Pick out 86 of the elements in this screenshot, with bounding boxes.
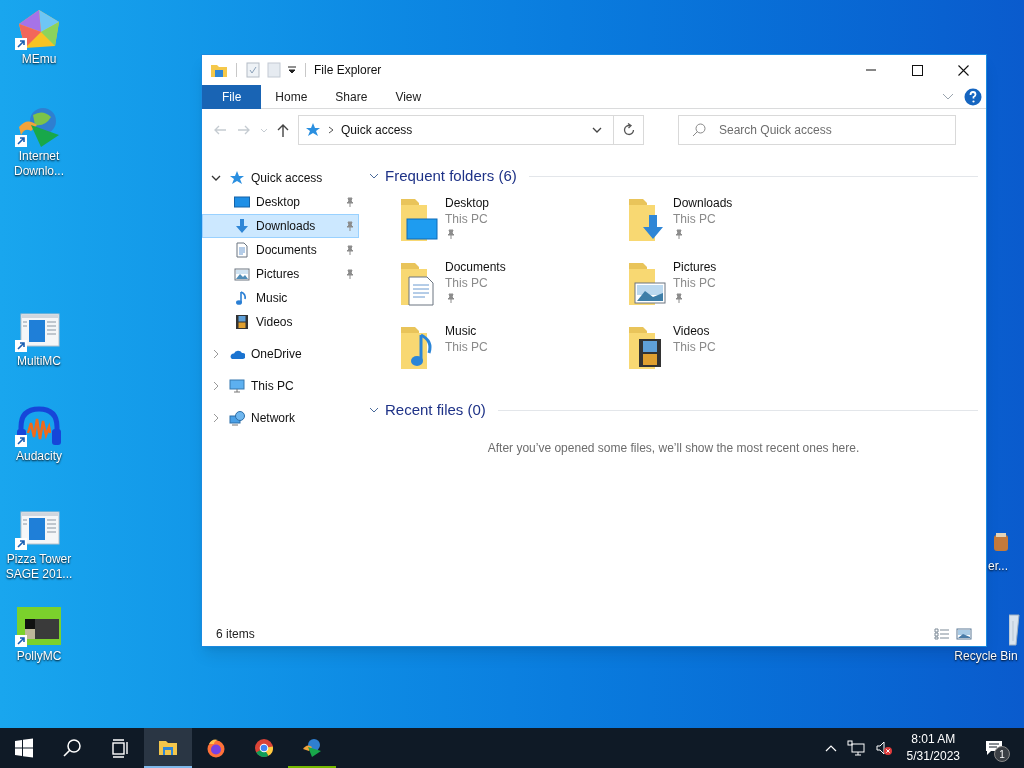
- folder-icon: [158, 738, 178, 758]
- ribbon-tab[interactable]: View: [381, 84, 436, 109]
- task-view-icon: [110, 738, 130, 758]
- app-window-icon[interactable]: [15, 310, 63, 354]
- folder-name: Downloads: [673, 195, 733, 211]
- search-field[interactable]: Search Quick access: [678, 115, 956, 145]
- section-header[interactable]: Recent files (0): [385, 398, 486, 422]
- nav-item[interactable]: Desktop: [202, 190, 359, 214]
- ribbon-tab[interactable]: File: [202, 84, 262, 109]
- nav-item[interactable]: OneDrive: [202, 342, 359, 366]
- up-arrow-icon[interactable]: [276, 122, 290, 138]
- app-window-icon[interactable]: [15, 508, 63, 552]
- desktop-icon: [234, 194, 250, 210]
- refresh-icon: [621, 123, 636, 137]
- folder-location: This PC: [673, 339, 716, 355]
- block-app-icon[interactable]: [15, 605, 63, 649]
- film-icon: [234, 314, 250, 330]
- folder-location: This PC: [445, 211, 489, 227]
- folder-tile[interactable]: Music This PC: [397, 323, 625, 379]
- maximize-icon: [911, 64, 923, 76]
- folder-tile[interactable]: Videos This PC: [625, 323, 853, 379]
- globe-arrow-icon: [302, 738, 322, 758]
- ribbon-tab[interactable]: Home: [261, 84, 322, 109]
- network-icon: [229, 410, 245, 426]
- nav-item[interactable]: Documents: [202, 238, 359, 262]
- show-hidden-icons-icon[interactable]: [824, 744, 837, 752]
- collapse-chevron-icon[interactable]: [369, 406, 379, 414]
- window-title: File Explorer: [314, 62, 382, 79]
- minimize-icon: [866, 69, 876, 71]
- folder-location: This PC: [673, 211, 717, 227]
- star-icon: [305, 122, 321, 138]
- desktop-icon-label[interactable]: Recycle Bin: [954, 649, 1018, 664]
- notifications-button[interactable]: 1: [974, 728, 1014, 768]
- browser-logo-icon: [254, 738, 274, 758]
- headphones-icon[interactable]: [15, 405, 63, 449]
- search-icon: [692, 123, 706, 137]
- folder-name: Documents: [445, 259, 506, 275]
- large-icons-view-icon[interactable]: [956, 628, 972, 640]
- nav-item[interactable]: Music: [202, 286, 359, 310]
- collapse-chevron-icon[interactable]: [211, 173, 221, 183]
- monitor-icon: [229, 378, 245, 394]
- folder-name: Music: [445, 323, 478, 339]
- network-icon[interactable]: [846, 740, 865, 756]
- windows-logo-icon: [14, 738, 34, 758]
- close-icon: [957, 64, 969, 76]
- nav-item[interactable]: Pictures: [202, 262, 359, 286]
- address-text: Quick access: [341, 122, 414, 139]
- status-text: 6 items: [216, 626, 255, 643]
- expand-chevron-icon[interactable]: [211, 381, 221, 391]
- folder-icon[interactable]: [210, 62, 228, 78]
- folder-name: Desktop: [445, 195, 490, 211]
- folder-location: This PC: [445, 339, 488, 355]
- collapse-chevron-icon[interactable]: [369, 172, 379, 180]
- dropdown-caret-icon[interactable]: [591, 125, 603, 135]
- download-arrow-icon: [234, 218, 250, 234]
- fox-globe-icon: [206, 738, 226, 758]
- folder-name: Pictures: [673, 259, 717, 275]
- folder-location: This PC: [673, 275, 717, 291]
- folder-tile[interactable]: Desktop This PC: [397, 195, 625, 251]
- nav-item[interactable]: Network: [202, 406, 359, 430]
- customize-caret-icon[interactable]: [287, 65, 297, 75]
- empty-message: After you’ve opened some files, we’ll show the most recent ones here.: [487, 440, 860, 457]
- folder-tile[interactable]: Documents This PC: [397, 259, 625, 315]
- folder-location: This PC: [445, 275, 489, 291]
- star-icon: [229, 170, 245, 186]
- ribbon-tab[interactable]: Share: [321, 84, 382, 109]
- expand-chevron-icon[interactable]: [211, 413, 221, 423]
- search-icon: [62, 738, 82, 758]
- picture-icon: [234, 266, 250, 282]
- folder-name: Videos: [673, 323, 711, 339]
- nav-item[interactable]: Quick access: [202, 166, 359, 190]
- section-header[interactable]: Frequent folders (6): [385, 164, 517, 188]
- nav-item[interactable]: This PC: [202, 374, 359, 398]
- address-bar[interactable]: Quick access: [298, 115, 644, 145]
- clock[interactable]: 8:01 AM 5/31/2023: [902, 731, 964, 765]
- folder-tile[interactable]: Downloads This PC: [625, 195, 853, 251]
- nav-item[interactable]: Videos: [202, 310, 359, 334]
- expand-chevron-icon[interactable]: [211, 349, 221, 359]
- desktop-icon-label[interactable]: er...: [988, 559, 1008, 573]
- file-explorer-button[interactable]: [144, 728, 192, 768]
- help-icon[interactable]: [964, 87, 982, 106]
- muted-speaker-icon[interactable]: [874, 740, 893, 756]
- folder-tile[interactable]: Pictures This PC: [625, 259, 853, 315]
- notification-badge: 1: [994, 746, 1010, 762]
- document-icon: [234, 242, 250, 258]
- nav-item[interactable]: Downloads: [202, 214, 359, 238]
